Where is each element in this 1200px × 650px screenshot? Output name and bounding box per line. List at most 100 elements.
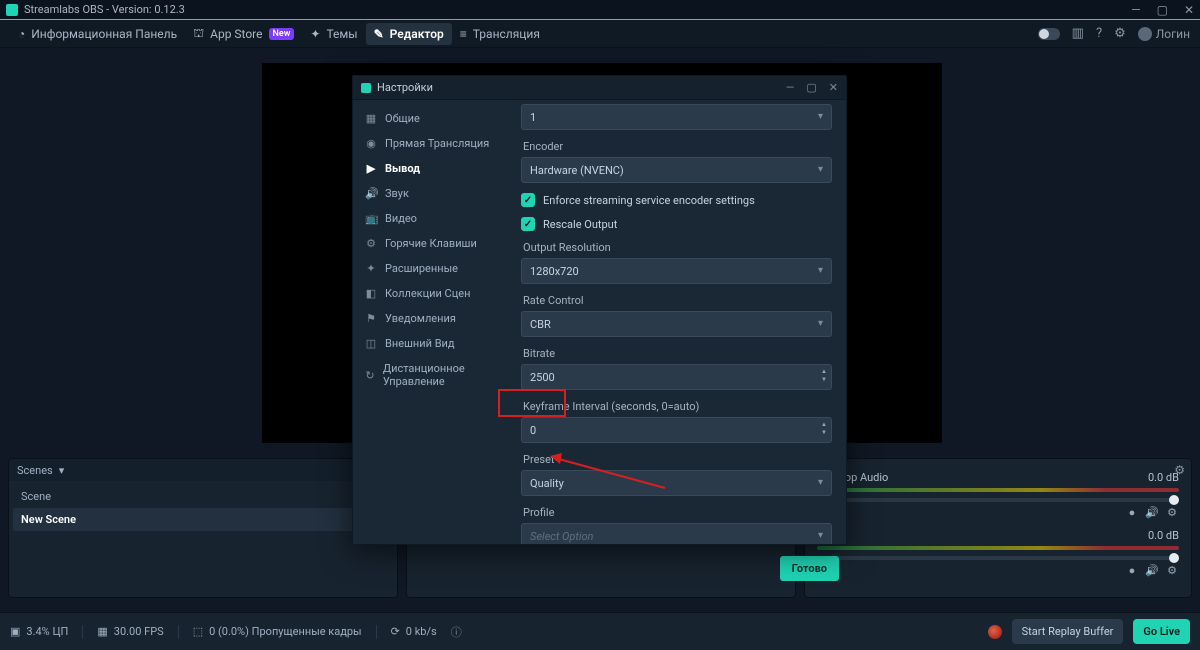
volume-slider[interactable]	[817, 556, 1179, 560]
studio-mode-icon[interactable]: ▥	[1072, 26, 1084, 41]
profile-label: Profile	[523, 506, 832, 519]
number-stepper-icon[interactable]: ▲▼	[821, 368, 827, 383]
nav-video[interactable]: 📺Видео	[353, 206, 515, 231]
chevron-down-icon: ▾	[818, 265, 823, 276]
nav-themes-label: Темы	[326, 27, 357, 41]
rescale-output-checkbox[interactable]: ✓ Rescale Output	[521, 217, 832, 231]
scenes-icon: ◧	[365, 287, 377, 300]
output-resolution-label: Output Resolution	[523, 241, 832, 254]
number-stepper-icon[interactable]: ▲▼	[821, 421, 827, 436]
hotkeys-icon: ⚙	[365, 237, 377, 250]
mixer-settings-icon[interactable]: ⚙	[1174, 463, 1185, 477]
scene-item[interactable]: Scene	[13, 485, 393, 508]
nav-appstore-label: App Store	[210, 27, 262, 41]
window-title: Streamlabs OBS - Version: 0.12.3	[24, 3, 185, 16]
nav-stream[interactable]: ≡ Трансляция	[452, 23, 548, 45]
nav-appearance[interactable]: ◫Внешний Вид	[353, 331, 515, 356]
dashboard-icon: ◔	[18, 27, 25, 41]
night-mode-toggle[interactable]	[1038, 28, 1060, 40]
maximize-button[interactable]: ▢	[1157, 3, 1168, 17]
dialog-logo-icon	[361, 83, 371, 93]
settings-dialog: Настройки — ▢ ✕ ▦Общие ◉Прямая Трансляци…	[352, 75, 847, 545]
mixer-panel: ⚙ Desktop Audio 0.0 dB ● 🔊 ⚙ 0.0 dB	[804, 458, 1192, 598]
remote-icon: ↻	[365, 369, 375, 382]
enforce-encoder-checkbox[interactable]: ✓ Enforce streaming service encoder sett…	[521, 193, 832, 207]
nav-appstore[interactable]: ⛫ App Store New	[185, 22, 302, 46]
checkbox-checked-icon: ✓	[521, 217, 535, 231]
login-label: Логин	[1156, 27, 1190, 41]
editor-icon: ✎	[374, 27, 384, 41]
track-gear-icon[interactable]: ⚙	[1165, 564, 1179, 577]
appearance-icon: ◫	[365, 337, 377, 350]
preset-select[interactable]: Quality▾	[521, 470, 832, 496]
audio-icon: 🔊	[365, 187, 377, 200]
notif-icon: ⚑	[365, 312, 377, 325]
start-replay-button[interactable]: Start Replay Buffer	[1012, 619, 1124, 644]
dropped-icon: ⬚	[193, 625, 203, 638]
app-logo-icon	[6, 4, 18, 16]
nav-advanced[interactable]: ✦Расширенные	[353, 256, 515, 281]
minimize-button[interactable]: —	[1131, 3, 1140, 17]
go-live-button[interactable]: Go Live	[1133, 619, 1190, 644]
status-bar: ▣3.4% ЦП ▦30.00 FPS ⬚0 (0.0%) Пропущенны…	[0, 612, 1200, 650]
nav-audio[interactable]: 🔊Звук	[353, 181, 515, 206]
nav-scene-collections[interactable]: ◧Коллекции Сцен	[353, 281, 515, 306]
nav-hotkeys[interactable]: ⚙Горячие Клавиши	[353, 231, 515, 256]
nav-themes[interactable]: ✦ Темы	[302, 23, 365, 45]
info-icon[interactable]: ⓘ	[451, 624, 462, 640]
bitrate-label: Bitrate	[523, 347, 832, 360]
audio-tracks-select[interactable]: 1▾	[521, 104, 832, 130]
help-icon[interactable]: ?	[1096, 26, 1102, 41]
record-button[interactable]	[988, 625, 1002, 639]
dialog-title: Настройки	[377, 81, 433, 94]
dialog-close-button[interactable]: ✕	[829, 81, 838, 94]
keyframe-input[interactable]: 0▲▼	[521, 417, 832, 443]
output-resolution-select[interactable]: 1280x720▾	[521, 258, 832, 284]
nav-remote[interactable]: ↻Дистанционное Управление	[353, 356, 515, 394]
cpu-status: 3.4% ЦП	[26, 625, 68, 638]
audio-meter	[817, 488, 1179, 492]
audio-track: Desktop Audio 0.0 dB ● 🔊 ⚙	[817, 471, 1179, 519]
main-menubar: ◔ Информационная Панель ⛫ App Store New …	[0, 20, 1200, 48]
profile-select[interactable]: Select Option▾	[521, 523, 832, 544]
login-button[interactable]: Логин	[1138, 27, 1190, 41]
nav-notifications[interactable]: ⚑Уведомления	[353, 306, 515, 331]
appstore-new-badge: New	[269, 28, 295, 40]
fps-status: 30.00 FPS	[114, 625, 164, 638]
track-record-icon[interactable]: ●	[1125, 506, 1139, 519]
output-settings-form: 1▾ Encoder Hardware (NVENC)▾ ✓ Enforce s…	[515, 100, 846, 544]
chevron-down-icon: ▾	[818, 111, 823, 122]
rate-control-select[interactable]: CBR▾	[521, 311, 832, 337]
dialog-minimize-button[interactable]: —	[786, 81, 795, 94]
dialog-footer: Готово	[352, 550, 847, 587]
track-gear-icon[interactable]: ⚙	[1165, 506, 1179, 519]
nav-stream-label: Трансляция	[473, 27, 540, 41]
track-mute-icon[interactable]: 🔊	[1145, 506, 1159, 519]
bitrate-icon: ⟳	[391, 625, 400, 638]
user-avatar-icon	[1138, 27, 1152, 41]
settings-nav: ▦Общие ◉Прямая Трансляция ▶Вывод 🔊Звук 📺…	[353, 100, 515, 544]
chevron-down-icon: ▾	[818, 530, 823, 541]
done-button[interactable]: Готово	[780, 556, 839, 581]
stream-icon: ≡	[460, 27, 467, 41]
fps-icon: ▦	[97, 625, 107, 638]
chevron-down-icon: ▾	[818, 477, 823, 488]
encoder-select[interactable]: Hardware (NVENC)▾	[521, 157, 832, 183]
nav-dashboard[interactable]: ◔ Информационная Панель	[10, 23, 185, 45]
bitrate-input[interactable]: 2500▲▼	[521, 364, 832, 390]
track-mute-icon[interactable]: 🔊	[1145, 564, 1159, 577]
scene-item[interactable]: New Scene	[13, 508, 393, 531]
settings-gear-icon[interactable]: ⚙	[1114, 26, 1126, 41]
nav-editor[interactable]: ✎ Редактор	[366, 23, 452, 45]
dialog-maximize-button[interactable]: ▢	[806, 81, 816, 94]
stream-icon: ◉	[365, 137, 377, 150]
nav-output[interactable]: ▶Вывод	[353, 156, 515, 181]
bitrate-status: 0 kb/s	[406, 625, 437, 638]
close-button[interactable]: ✕	[1184, 3, 1194, 17]
nav-stream[interactable]: ◉Прямая Трансляция	[353, 131, 515, 156]
encoder-label: Encoder	[523, 140, 832, 153]
track-record-icon[interactable]: ●	[1125, 564, 1139, 577]
volume-slider[interactable]	[817, 498, 1179, 502]
nav-general[interactable]: ▦Общие	[353, 106, 515, 131]
add-scene-icon[interactable]: ▾	[59, 464, 65, 477]
